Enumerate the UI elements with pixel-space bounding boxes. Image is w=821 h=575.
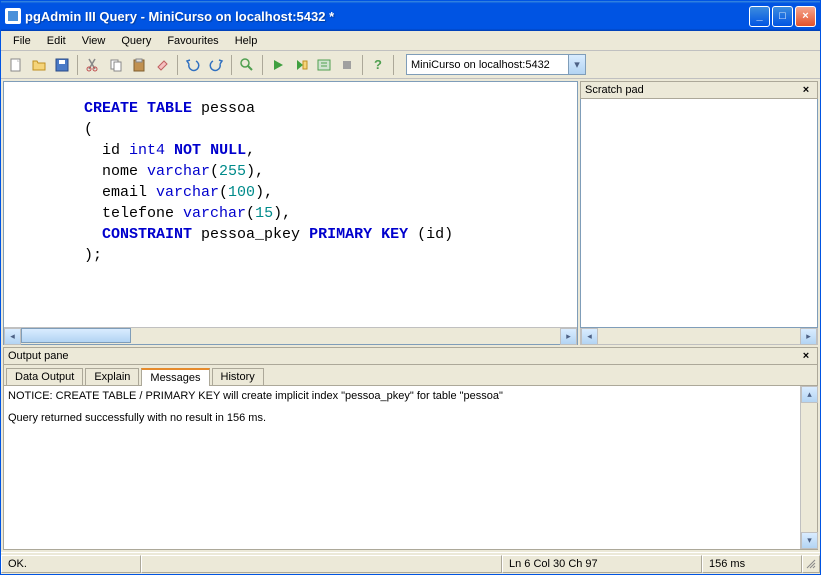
scroll-up-icon[interactable]: ▴	[801, 386, 818, 403]
sql-editor-pane: CREATE TABLE pessoa ( id int4 NOT NULL, …	[3, 81, 578, 345]
scratch-header[interactable]: Scratch pad ×	[580, 81, 818, 99]
scroll-down-icon[interactable]: ▾	[801, 532, 818, 549]
explain-icon	[316, 57, 332, 73]
menubar: File Edit View Query Favourites Help	[1, 31, 820, 51]
undo-button[interactable]	[182, 54, 204, 76]
execute-button[interactable]	[267, 54, 289, 76]
connection-combo[interactable]: MiniCurso on localhost:5432 ▾	[406, 54, 586, 75]
scroll-left-icon[interactable]: ◂	[581, 328, 598, 345]
execute-icon	[270, 57, 286, 73]
explain-button[interactable]	[313, 54, 335, 76]
output-title: Output pane	[8, 350, 69, 362]
scroll-right-icon[interactable]: ▸	[560, 328, 577, 345]
scroll-track[interactable]	[21, 328, 560, 344]
status-message: OK.	[1, 555, 141, 573]
copy-button[interactable]	[105, 54, 127, 76]
toolbar-separator	[362, 55, 363, 75]
output-header[interactable]: Output pane ×	[3, 347, 818, 365]
undo-icon	[185, 57, 201, 73]
open-folder-icon	[31, 57, 47, 73]
cut-button[interactable]	[82, 54, 104, 76]
output-body[interactable]: NOTICE: CREATE TABLE / PRIMARY KEY will …	[3, 385, 818, 550]
execute-file-icon	[293, 57, 309, 73]
main-area: CREATE TABLE pessoa ( id int4 NOT NULL, …	[1, 79, 820, 552]
tab-explain[interactable]: Explain	[85, 368, 139, 386]
scroll-right-icon[interactable]: ▸	[800, 328, 817, 345]
scroll-track[interactable]	[598, 328, 800, 344]
statusbar: OK. Ln 6 Col 30 Ch 97 156 ms	[1, 552, 820, 574]
toolbar-separator	[177, 55, 178, 75]
scratch-pad-pane: Scratch pad × ◂ ▸	[580, 81, 818, 345]
menu-query[interactable]: Query	[113, 33, 159, 49]
editor-hscrollbar[interactable]: ◂ ▸	[4, 327, 577, 344]
message-line: Query returned successfully with no resu…	[8, 412, 813, 424]
open-button[interactable]	[28, 54, 50, 76]
cut-icon	[85, 57, 101, 73]
menu-edit[interactable]: Edit	[39, 33, 74, 49]
app-icon	[5, 8, 21, 24]
paste-icon	[131, 57, 147, 73]
help-button[interactable]: ?	[367, 54, 389, 76]
status-duration: 156 ms	[702, 555, 802, 573]
titlebar[interactable]: pgAdmin III Query - MiniCurso on localho…	[1, 1, 820, 31]
new-file-button[interactable]	[5, 54, 27, 76]
redo-icon	[208, 57, 224, 73]
execute-pgscript-button[interactable]	[290, 54, 312, 76]
copy-icon	[108, 57, 124, 73]
resize-grip-icon[interactable]	[802, 555, 820, 573]
toolbar-separator	[262, 55, 263, 75]
tab-messages[interactable]: Messages	[141, 368, 209, 386]
save-icon	[54, 57, 70, 73]
status-spacer	[141, 555, 502, 573]
menu-favourites[interactable]: Favourites	[159, 33, 226, 49]
close-button[interactable]: ×	[795, 6, 816, 27]
output-pane: Output pane × Data Output Explain Messag…	[3, 347, 818, 550]
toolbar-separator	[77, 55, 78, 75]
minimize-button[interactable]: _	[749, 6, 770, 27]
new-file-icon	[8, 57, 24, 73]
scroll-thumb[interactable]	[21, 328, 131, 343]
menu-file[interactable]: File	[5, 33, 39, 49]
cancel-icon	[339, 57, 355, 73]
eraser-icon	[154, 57, 170, 73]
close-icon[interactable]: ×	[799, 84, 813, 96]
output-vscrollbar[interactable]: ▴ ▾	[800, 386, 817, 549]
menu-view[interactable]: View	[74, 33, 114, 49]
toolbar-separator	[393, 55, 394, 75]
app-window: pgAdmin III Query - MiniCurso on localho…	[0, 0, 821, 575]
message-line: NOTICE: CREATE TABLE / PRIMARY KEY will …	[8, 390, 813, 402]
output-tabs: Data Output Explain Messages History	[3, 365, 818, 385]
help-icon: ?	[370, 57, 386, 73]
tab-data-output[interactable]: Data Output	[6, 368, 83, 386]
toolbar: ? MiniCurso on localhost:5432 ▾	[1, 51, 820, 79]
upper-panes: CREATE TABLE pessoa ( id int4 NOT NULL, …	[1, 79, 820, 347]
toolbar-separator	[231, 55, 232, 75]
cancel-button[interactable]	[336, 54, 358, 76]
chevron-down-icon[interactable]: ▾	[568, 55, 585, 74]
find-button[interactable]	[236, 54, 258, 76]
scratch-title: Scratch pad	[585, 84, 644, 96]
redo-button[interactable]	[205, 54, 227, 76]
menu-help[interactable]: Help	[227, 33, 266, 49]
paste-button[interactable]	[128, 54, 150, 76]
scratch-hscrollbar[interactable]: ◂ ▸	[580, 328, 818, 345]
scratch-body[interactable]	[580, 99, 818, 328]
scroll-left-icon[interactable]: ◂	[4, 328, 21, 345]
connection-value: MiniCurso on localhost:5432	[411, 59, 550, 71]
window-title: pgAdmin III Query - MiniCurso on localho…	[25, 9, 749, 24]
svg-text:?: ?	[374, 57, 382, 72]
find-icon	[239, 57, 255, 73]
sql-editor[interactable]: CREATE TABLE pessoa ( id int4 NOT NULL, …	[4, 82, 577, 327]
close-icon[interactable]: ×	[799, 350, 813, 362]
save-button[interactable]	[51, 54, 73, 76]
tab-history[interactable]: History	[212, 368, 264, 386]
status-cursor-position: Ln 6 Col 30 Ch 97	[502, 555, 702, 573]
clear-button[interactable]	[151, 54, 173, 76]
maximize-button[interactable]: □	[772, 6, 793, 27]
